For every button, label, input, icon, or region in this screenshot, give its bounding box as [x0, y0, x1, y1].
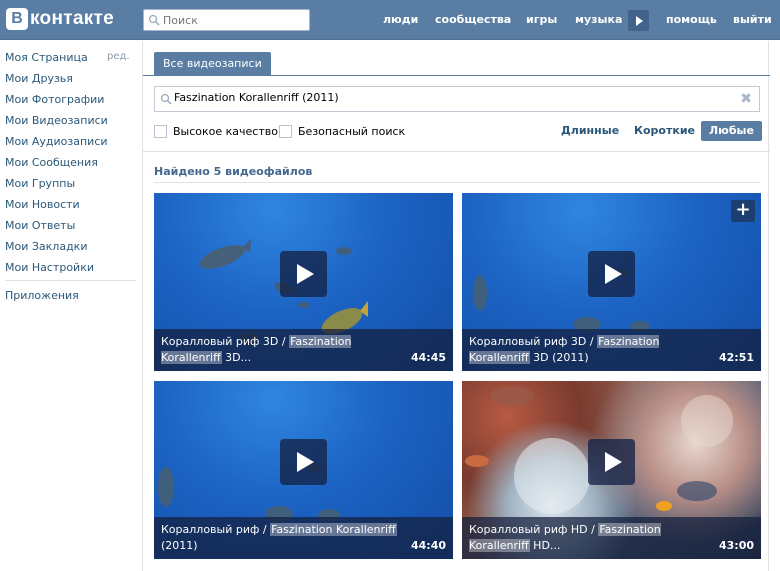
header-search-input[interactable] — [163, 13, 303, 27]
sidebar-item-settings[interactable]: Мои Настройки — [5, 261, 94, 274]
tab-all-videos[interactable]: Все видеозаписи — [154, 52, 271, 75]
video-card[interactable]: + Коралловый риф 3D / Faszination Korall… — [462, 193, 761, 371]
nav-logout[interactable]: выйти — [733, 0, 772, 40]
sidebar-item-news[interactable]: Мои Новости — [5, 198, 80, 211]
video-duration: 44:45 — [410, 351, 446, 364]
tab-underline — [143, 75, 770, 76]
checkbox-box[interactable] — [154, 125, 167, 138]
header-search[interactable] — [143, 9, 310, 31]
nav-communities[interactable]: сообщества — [435, 0, 511, 40]
video-card[interactable]: Коралловый риф / Faszination Korallenrif… — [154, 381, 453, 559]
sidebar-item-photos[interactable]: Мои Фотографии — [5, 93, 104, 106]
play-icon[interactable] — [280, 439, 327, 485]
checkbox-safe-search[interactable]: Безопасный поиск — [279, 125, 405, 138]
video-duration: 43:00 — [718, 539, 754, 552]
logo-badge: В — [6, 8, 28, 30]
sidebar-item-videos[interactable]: Мои Видеозаписи — [5, 114, 108, 127]
music-play-icon[interactable] — [628, 10, 649, 31]
play-icon[interactable] — [280, 251, 327, 297]
checkbox-label: Безопасный поиск — [298, 125, 406, 138]
main-panel: Все видеозаписи ✖ Высокое качество Безоп… — [142, 41, 770, 571]
video-title-suffix: (2011) — [161, 539, 198, 552]
results-count: Найдено 5 видеофайлов — [154, 165, 313, 178]
video-title-prefix: Коралловый риф 3D / — [161, 335, 290, 348]
edit-link[interactable]: ред. — [107, 51, 130, 62]
top-bar: В контакте люди сообщества игры музыка п… — [0, 0, 780, 40]
sidebar-item-my-page[interactable]: Моя Страница — [5, 51, 88, 64]
video-title-prefix: Коралловый риф 3D / — [469, 335, 598, 348]
video-title-prefix: Коралловый риф / — [161, 523, 271, 536]
search-icon — [148, 14, 160, 26]
nav-games[interactable]: игры — [526, 0, 557, 40]
filter-long[interactable]: Длинные — [553, 121, 627, 141]
filter-any[interactable]: Любые — [701, 121, 762, 141]
nav-people[interactable]: люди — [383, 0, 418, 40]
video-caption: Коралловый риф / Faszination Korallenrif… — [154, 517, 453, 559]
sidebar-item-apps[interactable]: Приложения — [5, 289, 79, 302]
video-duration: 44:40 — [410, 539, 446, 552]
video-card[interactable]: Коралловый риф HD / Faszination Korallen… — [462, 381, 761, 559]
clear-icon[interactable]: ✖ — [740, 91, 752, 107]
video-title-suffix: 3D... — [221, 351, 252, 364]
video-title-prefix: Коралловый риф HD / — [469, 523, 599, 536]
video-card[interactable]: Коралловый риф 3D / Faszination Korallen… — [154, 193, 453, 371]
vk-logo[interactable]: В контакте — [6, 8, 114, 30]
sidebar-item-groups[interactable]: Мои Группы — [5, 177, 75, 190]
video-title-suffix: HD... — [529, 539, 561, 552]
video-search-box[interactable]: ✖ — [154, 86, 760, 112]
play-icon[interactable] — [588, 251, 635, 297]
filter-short[interactable]: Короткие — [626, 121, 703, 141]
sidebar-item-answers[interactable]: Мои Ответы — [5, 219, 75, 232]
search-icon — [160, 93, 172, 105]
sidebar-item-messages[interactable]: Мои Сообщения — [5, 156, 98, 169]
video-caption: Коралловый риф 3D / Faszination Korallen… — [462, 329, 761, 371]
checkbox-high-quality[interactable]: Высокое качество — [154, 125, 278, 138]
divider — [143, 151, 770, 152]
add-video-button[interactable]: + — [731, 200, 755, 222]
nav-help[interactable]: помощь — [666, 0, 717, 40]
logo-text: контакте — [30, 8, 114, 29]
nav-music[interactable]: музыка — [575, 0, 622, 40]
divider — [154, 182, 760, 183]
play-icon[interactable] — [588, 439, 635, 485]
checkbox-label: Высокое качество — [173, 125, 278, 138]
video-title-highlight: Faszination Korallenriff — [270, 523, 397, 536]
video-title-suffix: 3D (2011) — [529, 351, 589, 364]
video-caption: Коралловый риф 3D / Faszination Korallen… — [154, 329, 453, 371]
sidebar-item-friends[interactable]: Мои Друзья — [5, 72, 73, 85]
sidebar-item-audio[interactable]: Мои Аудиозаписи — [5, 135, 108, 148]
sidebar-divider — [5, 280, 136, 281]
video-caption: Коралловый риф HD / Faszination Korallen… — [462, 517, 761, 559]
video-duration: 42:51 — [718, 351, 754, 364]
sidebar-item-bookmarks[interactable]: Мои Закладки — [5, 240, 87, 253]
video-search-input[interactable] — [174, 91, 734, 104]
checkbox-box[interactable] — [279, 125, 292, 138]
